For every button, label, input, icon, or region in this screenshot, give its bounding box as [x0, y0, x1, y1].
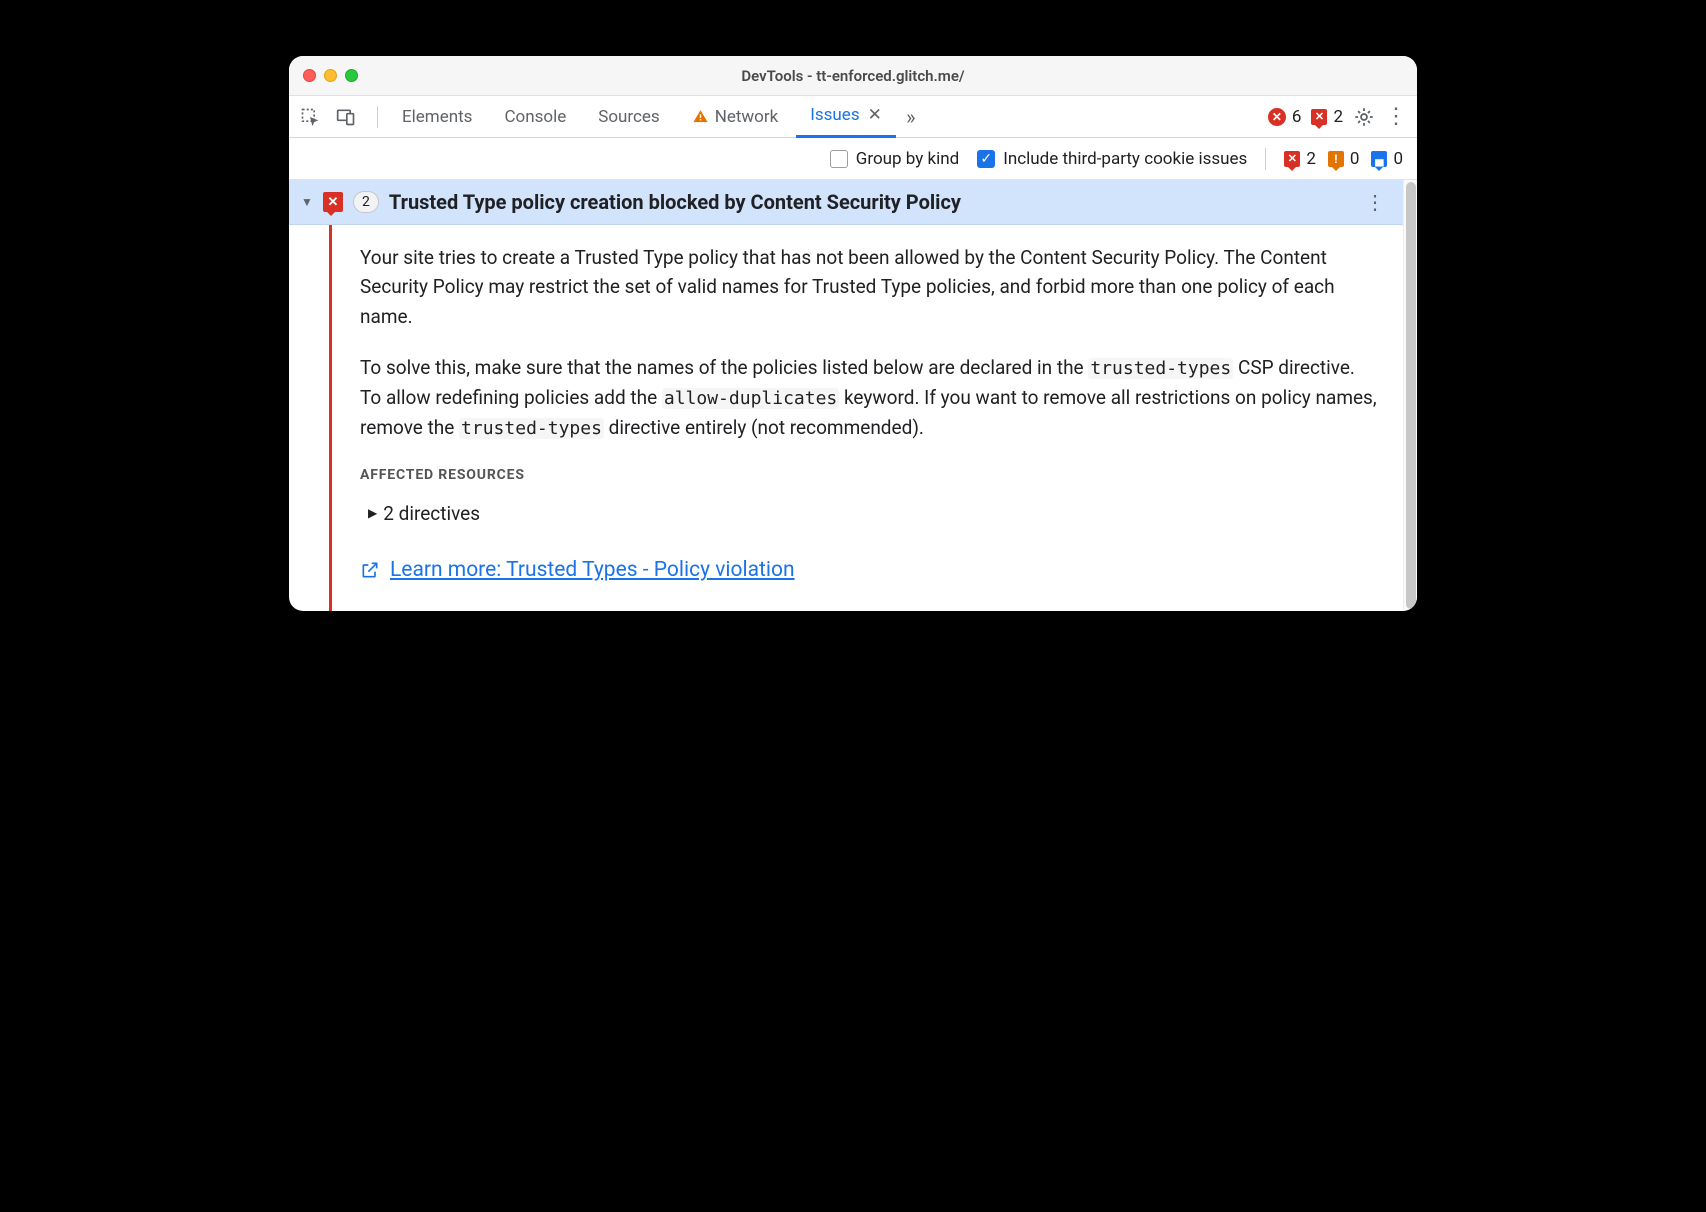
- issue-description-2: To solve this, make sure that the names …: [360, 353, 1379, 443]
- titlebar: DevTools - tt-enforced.glitch.me/: [289, 56, 1417, 96]
- code-trusted-types-2: trusted-types: [459, 418, 604, 439]
- directives-label: 2 directives: [383, 499, 480, 528]
- more-tabs-icon[interactable]: »: [900, 106, 922, 128]
- tab-console[interactable]: Console: [490, 96, 580, 138]
- affected-directives-expander[interactable]: ▶ 2 directives: [368, 499, 1379, 528]
- checkbox-checked-icon: ✓: [977, 150, 995, 168]
- learn-more-link[interactable]: Learn more: Trusted Types - Policy viola…: [390, 554, 795, 587]
- issue-error-icon: ✕: [323, 192, 343, 212]
- kebab-menu-icon[interactable]: ⋮: [1385, 106, 1407, 128]
- chevron-down-icon[interactable]: ▼: [301, 195, 313, 209]
- window-minimize-button[interactable]: [324, 69, 337, 82]
- toolbar-divider: [1265, 148, 1266, 170]
- issue-error-icon: ✕: [1311, 109, 1327, 125]
- tab-issues[interactable]: Issues ✕: [796, 96, 896, 138]
- learn-more-row: Learn more: Trusted Types - Policy viola…: [360, 554, 1379, 587]
- third-party-label: Include third-party cookie issues: [1003, 149, 1247, 169]
- tab-elements[interactable]: Elements: [388, 96, 486, 138]
- issue-error-count-value: 2: [1333, 107, 1343, 127]
- checkbox-unchecked-icon: [830, 150, 848, 168]
- issue-count-pill: 2: [353, 191, 379, 213]
- issue-description-1: Your site tries to create a Trusted Type…: [360, 243, 1379, 331]
- window-maximize-button[interactable]: [345, 69, 358, 82]
- error-circle-icon: ✕: [1268, 108, 1286, 126]
- panel-tabbar: Elements Console Sources Network Issues …: [289, 96, 1417, 138]
- settings-icon[interactable]: [1353, 106, 1375, 128]
- error-count-value: 6: [1292, 107, 1302, 127]
- count-errors[interactable]: ✕ 2: [1284, 149, 1316, 169]
- issue-body-wrap: Your site tries to create a Trusted Type…: [289, 225, 1403, 611]
- issue-info-icon: ▄: [1371, 151, 1387, 167]
- count-warnings-value: 0: [1350, 149, 1360, 169]
- issues-filter-bar: Group by kind ✓ Include third-party cook…: [289, 138, 1417, 180]
- window-close-button[interactable]: [303, 69, 316, 82]
- toolbar-divider: [377, 106, 378, 128]
- issue-error-icon: ✕: [1284, 151, 1300, 167]
- close-icon[interactable]: ✕: [868, 105, 882, 125]
- tab-network-label: Network: [715, 107, 779, 127]
- tab-issues-label: Issues: [810, 105, 859, 125]
- external-link-icon: [360, 560, 380, 580]
- group-by-kind-label: Group by kind: [856, 149, 959, 169]
- kebab-menu-icon[interactable]: ⋮: [1359, 190, 1391, 214]
- issue-row-header[interactable]: ▼ ✕ 2 Trusted Type policy creation block…: [289, 180, 1403, 225]
- device-toolbar-icon[interactable]: [335, 106, 357, 128]
- issue-error-count[interactable]: ✕ 2: [1311, 107, 1343, 127]
- scrollbar[interactable]: [1403, 180, 1417, 611]
- count-warnings[interactable]: ! 0: [1328, 149, 1360, 169]
- tab-sources[interactable]: Sources: [584, 96, 673, 138]
- code-trusted-types: trusted-types: [1088, 358, 1233, 379]
- group-by-kind-checkbox[interactable]: Group by kind: [830, 149, 959, 169]
- issue-warning-icon: !: [1328, 151, 1344, 167]
- tab-network[interactable]: Network: [678, 96, 793, 138]
- issue-body: Your site tries to create a Trusted Type…: [332, 225, 1403, 611]
- window-title: DevTools - tt-enforced.glitch.me/: [289, 67, 1417, 85]
- third-party-checkbox[interactable]: ✓ Include third-party cookie issues: [977, 149, 1247, 169]
- window-controls: [303, 69, 358, 82]
- affected-resources-label: AFFECTED RESOURCES: [360, 465, 1379, 487]
- error-count[interactable]: ✕ 6: [1268, 107, 1302, 127]
- issue-title: Trusted Type policy creation blocked by …: [389, 190, 1349, 214]
- devtools-window: DevTools - tt-enforced.glitch.me/ Elemen…: [289, 56, 1417, 611]
- count-errors-value: 2: [1306, 149, 1316, 169]
- code-allow-duplicates: allow-duplicates: [662, 388, 839, 409]
- inspect-element-icon[interactable]: [299, 106, 321, 128]
- count-info-value: 0: [1393, 149, 1403, 169]
- scrollbar-thumb[interactable]: [1406, 182, 1416, 609]
- issue-kind-counts: ✕ 2 ! 0 ▄ 0: [1284, 149, 1403, 169]
- count-info[interactable]: ▄ 0: [1371, 149, 1403, 169]
- chevron-right-icon: ▶: [368, 504, 377, 523]
